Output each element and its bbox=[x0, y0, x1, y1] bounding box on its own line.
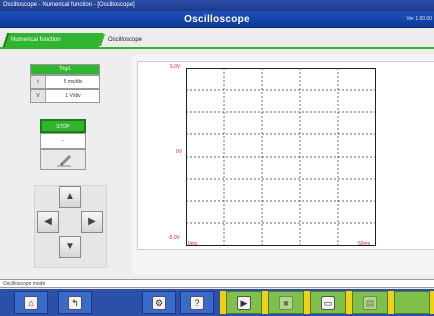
arrow-left-icon: ◀ bbox=[44, 216, 52, 227]
play-icon: ▶ bbox=[237, 295, 251, 310]
pen-icon bbox=[57, 155, 71, 167]
toolbar-group-actions: ▶ ■ ▭ ▤ bbox=[220, 291, 434, 314]
back-button[interactable]: ↰ bbox=[58, 291, 92, 314]
y-label-top: 5.0V bbox=[170, 64, 181, 70]
trig-header-label: Trig/L bbox=[58, 66, 72, 72]
control-panel: Trig/L t 5 ms/div V 1 V/div STOP - ▲ ◀ ▶… bbox=[0, 51, 130, 278]
tab-strip: Numerical function Oscilloscope bbox=[0, 28, 434, 49]
stop-pen-button[interactable] bbox=[40, 149, 86, 170]
bottom-toolbar: ⌂ ↰ ⚙ ? ▶ ■ ▭ ▤ bbox=[0, 289, 434, 316]
page-title: Oscilloscope bbox=[184, 14, 250, 25]
t-label-start: 0ms bbox=[188, 241, 198, 247]
status-bar: Oscilloscope mode bbox=[0, 279, 434, 288]
chart-icon: ▤ bbox=[363, 295, 377, 310]
settings-icon: ⚙ bbox=[152, 295, 166, 310]
stop-value: - bbox=[62, 138, 64, 144]
help-button[interactable]: ? bbox=[180, 291, 214, 314]
dpad-left-button[interactable]: ◀ bbox=[37, 211, 59, 233]
trig-row-volt-value: 1 V/div bbox=[65, 93, 81, 99]
version-label: Ver 1.00.00 bbox=[406, 16, 432, 22]
trig-row-time-value: 5 ms/div bbox=[63, 79, 83, 85]
chart-button[interactable]: ▤ bbox=[352, 291, 388, 314]
trig-row-volt[interactable]: V 1 V/div bbox=[30, 89, 100, 103]
stop-header: STOP bbox=[40, 119, 86, 133]
monitor-icon: ▭ bbox=[321, 295, 335, 310]
stop-header-label: STOP bbox=[56, 124, 70, 130]
status-text: Oscilloscope mode bbox=[3, 281, 46, 287]
tab-oscilloscope-label: Oscilloscope bbox=[108, 37, 143, 43]
y-label-mid: 0V bbox=[176, 149, 183, 155]
tab-oscilloscope[interactable]: Oscilloscope bbox=[104, 33, 146, 47]
t-label-end: 50ms bbox=[358, 241, 371, 247]
dpad-down-button[interactable]: ▼ bbox=[59, 236, 81, 258]
question-icon: ? bbox=[190, 295, 204, 310]
grid-lines bbox=[186, 68, 376, 246]
record-icon: ■ bbox=[279, 295, 293, 310]
dpad-up-button[interactable]: ▲ bbox=[59, 186, 81, 208]
toolbar-group-nav: ⌂ ↰ ⚙ ? bbox=[0, 291, 218, 314]
tab-numerical-function-label: Numerical function bbox=[11, 37, 61, 43]
stop-value-cell[interactable]: - bbox=[40, 133, 86, 149]
y-label-bottom: -5.0V bbox=[168, 235, 180, 241]
arrow-down-icon: ▼ bbox=[65, 241, 75, 252]
home-button[interactable]: ⌂ bbox=[14, 291, 48, 314]
play-button[interactable]: ▶ bbox=[226, 291, 262, 314]
trig-row-time-key: t bbox=[31, 76, 46, 88]
back-icon: ↰ bbox=[68, 295, 82, 310]
record-button[interactable]: ■ bbox=[268, 291, 304, 314]
window-titlebar: Oscilloscope - Numerical function - [Osc… bbox=[0, 0, 434, 11]
arrow-right-icon: ▶ bbox=[88, 216, 96, 227]
arrow-up-icon: ▲ bbox=[65, 191, 75, 202]
oscilloscope-app: Oscilloscope - Numerical function - [Osc… bbox=[0, 0, 434, 316]
home-icon: ⌂ bbox=[24, 295, 38, 310]
tab-numerical-function[interactable]: Numerical function bbox=[2, 33, 104, 47]
trig-row-volt-key: V bbox=[31, 90, 46, 102]
window-title-text: Oscilloscope - Numerical function - [Osc… bbox=[3, 2, 135, 8]
scope-grid bbox=[186, 68, 376, 246]
trig-row-time[interactable]: t 5 ms/div bbox=[30, 75, 100, 89]
dpad-right-button[interactable]: ▶ bbox=[81, 211, 103, 233]
empty-button[interactable] bbox=[394, 291, 430, 314]
oscilloscope-display[interactable]: 5.0V 0V -5.0V 0ms 50ms bbox=[137, 61, 434, 250]
monitor-button[interactable]: ▭ bbox=[310, 291, 346, 314]
app-header: Oscilloscope Ver 1.00.00 bbox=[0, 11, 434, 28]
trig-header: Trig/L bbox=[30, 64, 100, 75]
settings-button[interactable]: ⚙ bbox=[142, 291, 176, 314]
